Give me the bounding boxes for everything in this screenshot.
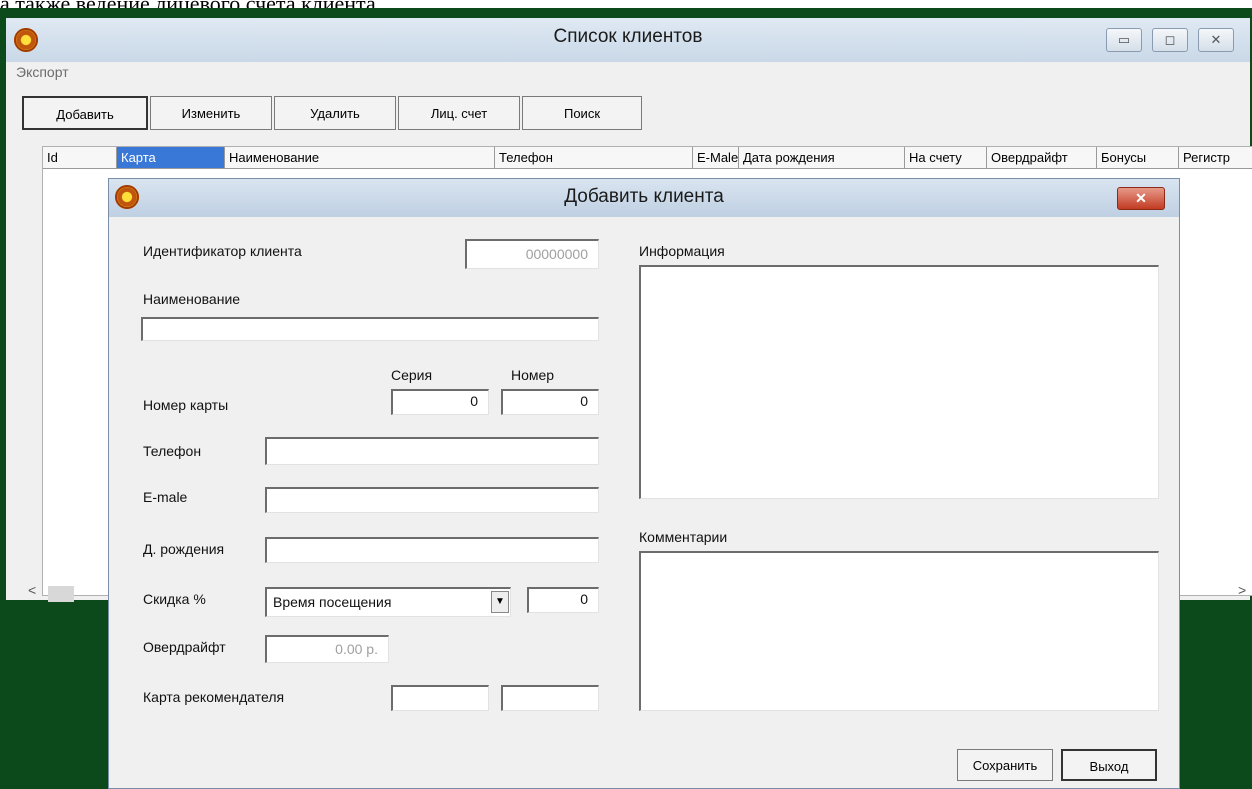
- comments-label: Комментарии: [639, 529, 728, 545]
- column-header-card[interactable]: Карта: [117, 147, 225, 169]
- column-header-phone[interactable]: Телефон: [495, 147, 693, 169]
- close-button[interactable]: ✕: [1198, 28, 1234, 52]
- column-header-overdraft[interactable]: Овердрайфт: [987, 147, 1097, 169]
- dialog-title: Добавить клиента: [564, 186, 724, 207]
- email-field[interactable]: [265, 487, 599, 513]
- scroll-thumb[interactable]: [48, 586, 74, 602]
- number-label: Номер: [511, 367, 555, 383]
- delete-button[interactable]: Удалить: [274, 96, 396, 130]
- birthdate-label: Д. рождения: [143, 541, 225, 557]
- card-number-label: Номер карты: [143, 397, 229, 413]
- column-header-name[interactable]: Наименование: [225, 147, 495, 169]
- search-button[interactable]: Поиск: [522, 96, 642, 130]
- save-button[interactable]: Сохранить: [957, 749, 1053, 781]
- discount-label: Скидка %: [143, 591, 206, 607]
- column-header-register[interactable]: Регистр: [1179, 147, 1252, 169]
- scroll-right-arrow[interactable]: >: [1238, 582, 1252, 602]
- phone-field[interactable]: [265, 437, 599, 465]
- column-header-balance[interactable]: На счету: [905, 147, 987, 169]
- account-button[interactable]: Лиц. счет: [398, 96, 520, 130]
- info-label: Информация: [639, 243, 725, 259]
- overdraft-field[interactable]: 0.00 р.: [265, 635, 389, 663]
- name-label: Наименование: [143, 291, 241, 307]
- maximize-button[interactable]: ◻: [1152, 28, 1188, 52]
- dialog-titlebar: Добавить клиента ✕: [109, 179, 1179, 217]
- scroll-left-arrow[interactable]: <: [28, 582, 42, 602]
- column-header-email[interactable]: E-Male: [693, 147, 739, 169]
- edit-button[interactable]: Изменить: [150, 96, 272, 130]
- client-id-field[interactable]: 00000000: [465, 239, 599, 269]
- birthdate-field[interactable]: [265, 537, 599, 563]
- name-field[interactable]: [141, 317, 599, 341]
- menu-export[interactable]: Экспорт: [16, 64, 69, 80]
- window-title: Список клиентов: [553, 26, 703, 47]
- overdraft-label: Овердрайфт: [143, 639, 226, 655]
- column-header-birthdate[interactable]: Дата рождения: [739, 147, 905, 169]
- main-titlebar: Список клиентов ▭ ◻ ✕: [6, 18, 1250, 62]
- phone-label: Телефон: [143, 443, 202, 459]
- add-client-dialog: Добавить клиента ✕ Идентификатор клиента…: [108, 178, 1180, 789]
- chevron-down-icon[interactable]: ▼: [491, 591, 509, 613]
- discount-type-select[interactable]: Время посещения: [265, 587, 511, 617]
- referrer-series-field[interactable]: [391, 685, 489, 711]
- email-label: E-male: [143, 489, 188, 505]
- dialog-close-button[interactable]: ✕: [1117, 187, 1165, 210]
- add-button[interactable]: Добавить: [22, 96, 148, 130]
- comments-textarea[interactable]: [639, 551, 1159, 711]
- series-label: Серия: [391, 367, 433, 383]
- discount-value-field[interactable]: 0: [527, 587, 599, 613]
- minimize-button[interactable]: ▭: [1106, 28, 1142, 52]
- referrer-number-field[interactable]: [501, 685, 599, 711]
- client-id-label: Идентификатор клиента: [143, 243, 302, 259]
- exit-button[interactable]: Выход: [1061, 749, 1157, 781]
- column-header-id[interactable]: Id: [43, 147, 117, 169]
- column-header-bonus[interactable]: Бонусы: [1097, 147, 1179, 169]
- card-series-field[interactable]: 0: [391, 389, 489, 415]
- info-textarea[interactable]: [639, 265, 1159, 499]
- card-number-field[interactable]: 0: [501, 389, 599, 415]
- referrer-card-label: Карта рекомендателя: [143, 689, 285, 705]
